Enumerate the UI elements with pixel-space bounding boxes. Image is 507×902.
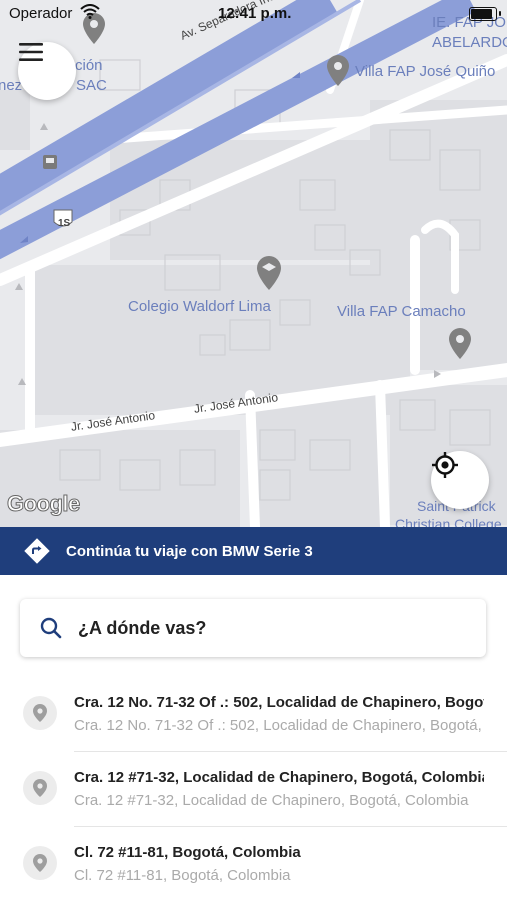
search-icon <box>40 617 62 639</box>
recent-place-item[interactable]: Cra. 12 #71-32, Localidad de Chapinero, … <box>0 752 507 827</box>
poi-label-sac: SAC <box>76 77 107 94</box>
recent-place-title: Cra. 12 #71-32, Localidad de Chapinero, … <box>74 769 484 786</box>
poi-label-school[interactable]: Colegio Waldorf Lima <box>128 298 271 315</box>
location-pin-icon <box>23 771 57 805</box>
search-placeholder: ¿A dónde vas? <box>78 617 207 638</box>
poi-label-saint-patrick-line2[interactable]: Christian College <box>395 516 502 527</box>
destination-search-input[interactable]: ¿A dónde vas? <box>20 599 486 657</box>
recent-place-item[interactable]: Cra. 12 No. 71-32 Of .: 502, Localidad d… <box>0 677 507 752</box>
location-pin-icon <box>23 696 57 730</box>
poi-label-cion: ción <box>75 57 103 74</box>
poi-label-villa-camacho[interactable]: Villa FAP Camacho <box>337 303 466 320</box>
my-location-button[interactable] <box>431 451 489 509</box>
route-badge: 1S <box>58 218 71 229</box>
carrier-label: Operador <box>9 5 73 22</box>
recent-place-title: Cl. 72 #11-81, Bogotá, Colombia <box>74 844 301 861</box>
poi-label-villa-quinones[interactable]: Villa FAP José Quiño <box>355 63 495 80</box>
hamburger-menu-icon <box>19 43 43 61</box>
battery-icon <box>469 7 501 21</box>
recent-place-title: Cra. 12 No. 71-32 Of .: 502, Localidad d… <box>74 694 484 711</box>
recent-place-subtitle: Cl. 72 #11-81, Bogotá, Colombia <box>74 867 291 884</box>
recent-place-subtitle: Cra. 12 #71-32, Localidad de Chapinero, … <box>74 792 469 809</box>
directions-arrow-icon <box>24 538 50 564</box>
location-pin-icon <box>23 846 57 880</box>
clock: 12:41 p.m. <box>218 5 292 22</box>
crosshair-locate-icon <box>432 452 458 478</box>
recent-place-subtitle: Cra. 12 No. 71-32 Of .: 502, Localidad d… <box>74 717 484 734</box>
menu-button[interactable] <box>18 42 76 100</box>
recent-places-list: Cra. 12 No. 71-32 Of .: 502, Localidad d… <box>0 677 507 902</box>
continue-trip-banner[interactable]: Continúa tu viaje con BMW Serie 3 <box>0 527 507 575</box>
banner-text: Continúa tu viaje con BMW Serie 3 <box>66 542 313 560</box>
map-view[interactable]: Colegio Waldorf Lima Villa FAP Camacho V… <box>0 0 507 527</box>
google-logo: Google <box>7 491 81 517</box>
recent-place-item[interactable]: Cl. 72 #11-81, Bogotá, Colombia Cl. 72 #… <box>0 827 507 902</box>
status-bar: Operador 12:41 p.m. <box>0 0 507 28</box>
poi-label-ie-fap-line2[interactable]: ABELARDO <box>432 34 507 51</box>
